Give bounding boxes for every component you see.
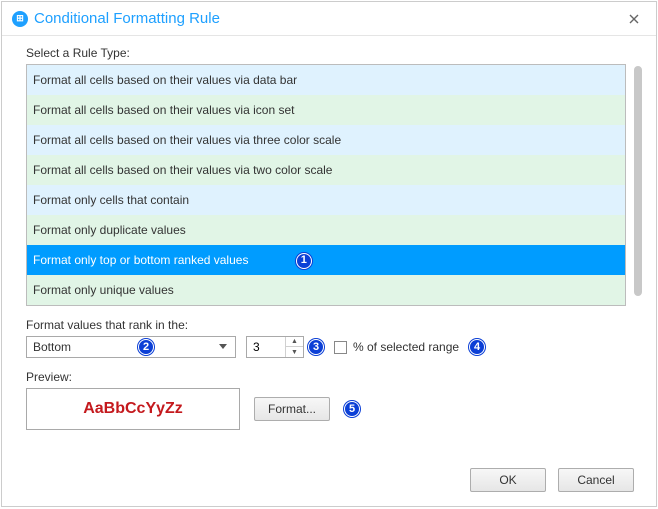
rule-type-item[interactable]: Format all cells based on their values v… [27, 155, 625, 185]
preview-section: Preview: AaBbCcYyZz Format... 5 [26, 370, 634, 430]
rule-type-label: Select a Rule Type: [26, 46, 634, 60]
ok-button[interactable]: OK [470, 468, 546, 492]
rank-count-spinner[interactable]: ▲ ▼ [246, 336, 304, 358]
rule-type-item[interactable]: Format only values that are above or bel… [27, 305, 625, 306]
rule-type-list[interactable]: Format all cells based on their values v… [26, 64, 626, 306]
rank-count-input[interactable] [247, 337, 285, 357]
app-icon: ⊞ [12, 11, 28, 27]
ok-button-label: OK [499, 473, 516, 487]
format-button-label: Format... [268, 402, 316, 416]
chevron-down-icon [219, 344, 227, 350]
dialog-content: Select a Rule Type: Format all cells bas… [2, 36, 656, 506]
step-badge-1: 1 [296, 253, 312, 269]
preview-label: Preview: [26, 370, 634, 384]
rule-type-item[interactable]: Format all cells based on their values v… [27, 65, 625, 95]
step-badge-3: 3 [308, 339, 324, 355]
rank-direction-combo[interactable]: Bottom 2 [26, 336, 236, 358]
combo-dropdown-button[interactable] [215, 338, 231, 356]
rule-type-item[interactable]: Format only duplicate values [27, 215, 625, 245]
scrollbar-thumb[interactable] [634, 66, 642, 296]
rule-type-item[interactable]: Format all cells based on their values v… [27, 95, 625, 125]
spinner-down[interactable]: ▼ [286, 347, 303, 357]
dialog-window: ⊞ Conditional Formatting Rule Select a R… [1, 1, 657, 507]
cancel-button[interactable]: Cancel [558, 468, 634, 492]
rank-section: Format values that rank in the: Bottom 2… [26, 318, 634, 358]
preview-sample-text: AaBbCcYyZz [83, 400, 183, 418]
rule-list-scrollbar[interactable] [634, 64, 642, 306]
close-icon [629, 14, 639, 24]
spinner-up[interactable]: ▲ [286, 337, 303, 347]
rank-controls: Bottom 2 ▲ ▼ 3 % of [26, 336, 634, 358]
step-badge-2: 2 [138, 339, 154, 355]
checkbox-box[interactable] [334, 341, 347, 354]
dialog-footer: OK Cancel [470, 468, 634, 492]
rule-type-item[interactable]: Format all cells based on their values v… [27, 125, 625, 155]
rule-type-item-selected[interactable]: Format only top or bottom ranked values … [27, 245, 625, 275]
close-button[interactable] [622, 7, 646, 31]
step-badge-4: 4 [469, 339, 485, 355]
rule-type-item-label: Format only top or bottom ranked values [33, 253, 248, 267]
rank-direction-value: Bottom [33, 340, 132, 354]
rank-label: Format values that rank in the: [26, 318, 634, 332]
titlebar: ⊞ Conditional Formatting Rule [2, 2, 656, 36]
window-title: Conditional Formatting Rule [34, 10, 622, 27]
cancel-button-label: Cancel [577, 473, 614, 487]
rule-type-item[interactable]: Format only cells that contain [27, 185, 625, 215]
preview-box: AaBbCcYyZz [26, 388, 240, 430]
preview-row: AaBbCcYyZz Format... 5 [26, 388, 634, 430]
format-button[interactable]: Format... [254, 397, 330, 421]
rule-type-item[interactable]: Format only unique values [27, 275, 625, 305]
percent-checkbox[interactable]: % of selected range [334, 340, 459, 354]
percent-label: % of selected range [353, 340, 459, 354]
rule-type-list-wrap: Format all cells based on their values v… [26, 64, 634, 306]
step-badge-5: 5 [344, 401, 360, 417]
spinner-buttons: ▲ ▼ [285, 337, 303, 357]
